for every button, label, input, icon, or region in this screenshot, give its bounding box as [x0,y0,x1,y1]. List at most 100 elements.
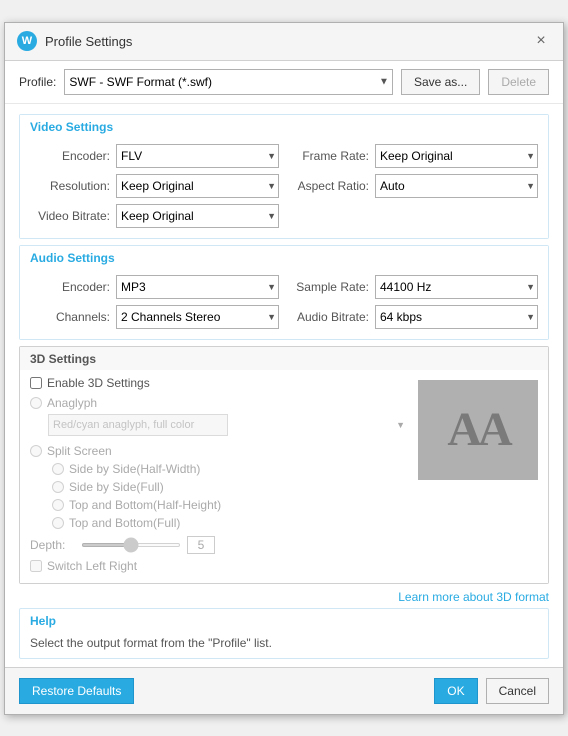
learn-more-row: Learn more about 3D format [19,590,549,604]
enable-3d-checkbox[interactable] [30,377,42,389]
audio-encoder-label: Encoder: [30,280,110,294]
depth-value: 5 [187,536,215,554]
split-screen-options: Side by Side(Half-Width) Side by Side(Fu… [52,462,408,530]
switch-row: Switch Left Right [30,559,408,573]
side-by-side-full-radio[interactable] [52,481,64,493]
ok-button[interactable]: OK [434,678,477,704]
help-body: Select the output format from the "Profi… [20,632,548,658]
top-bottom-full-radio[interactable] [52,517,64,529]
main-content: Video Settings Encoder: FLV ▼ [5,104,563,667]
depth-slider[interactable] [81,543,181,547]
video-bitrate-select[interactable]: Keep Original [116,204,279,228]
split-screen-label: Split Screen [47,444,112,458]
3d-settings-header: 3D Settings [20,347,548,370]
footer: Restore Defaults OK Cancel [5,667,563,714]
profile-select-wrap: SWF - SWF Format (*.swf) ▼ [64,69,393,95]
channels-wrap: 2 Channels Stereo ▼ [116,305,279,329]
audio-settings-body: Encoder: MP3 ▼ Sample Rate: [20,269,548,339]
depth-row: Depth: 5 [30,536,408,554]
top-bottom-half-radio[interactable] [52,499,64,511]
anaglyph-type-wrap: Red/cyan anaglyph, full color ▼ [48,414,408,436]
3d-settings-body: Enable 3D Settings Anaglyph Red/cyan ana… [20,370,548,583]
top-bottom-half-label: Top and Bottom(Half-Height) [69,498,221,512]
close-button[interactable]: × [531,31,551,51]
switch-checkbox[interactable] [30,560,42,572]
audio-bitrate-select[interactable]: 64 kbps [375,305,538,329]
top-bottom-half-row: Top and Bottom(Half-Height) [52,498,408,512]
anaglyph-label: Anaglyph [47,396,97,410]
side-by-side-half-label: Side by Side(Half-Width) [69,462,200,476]
video-settings-header: Video Settings [20,115,548,138]
title-bar-left: W Profile Settings [17,31,132,51]
resolution-row: Resolution: Keep Original ▼ [30,174,279,198]
audio-encoder-wrap: MP3 ▼ [116,275,279,299]
audio-settings-section: Audio Settings Encoder: MP3 ▼ [19,245,549,340]
audio-encoder-row: Encoder: MP3 ▼ [30,275,279,299]
audio-settings-grid: Encoder: MP3 ▼ Sample Rate: [30,275,538,329]
profile-row: Profile: SWF - SWF Format (*.swf) ▼ Save… [5,61,563,104]
delete-button[interactable]: Delete [488,69,549,95]
enable-3d-label: Enable 3D Settings [47,376,150,390]
video-settings-section: Video Settings Encoder: FLV ▼ [19,114,549,239]
aspect-ratio-wrap: Auto ▼ [375,174,538,198]
switch-label: Switch Left Right [47,559,137,573]
sample-rate-label: Sample Rate: [289,280,369,294]
enable-3d-row: Enable 3D Settings [30,376,408,390]
depth-label: Depth: [30,538,75,552]
side-by-side-half-row: Side by Side(Half-Width) [52,462,408,476]
profile-select[interactable]: SWF - SWF Format (*.swf) [64,69,393,95]
sample-rate-row: Sample Rate: 44100 Hz ▼ [289,275,538,299]
title-bar: W Profile Settings × [5,23,563,61]
side-by-side-half-radio[interactable] [52,463,64,475]
audio-bitrate-row: Audio Bitrate: 64 kbps ▼ [289,305,538,329]
profile-settings-dialog: W Profile Settings × Profile: SWF - SWF … [4,22,564,715]
aspect-ratio-select[interactable]: Auto [375,174,538,198]
side-by-side-full-row: Side by Side(Full) [52,480,408,494]
aspect-ratio-label: Aspect Ratio: [289,179,369,193]
help-section: Help Select the output format from the "… [19,608,549,659]
cancel-button[interactable]: Cancel [486,678,549,704]
split-screen-row: Split Screen [30,444,408,458]
resolution-label: Resolution: [30,179,110,193]
video-bitrate-label: Video Bitrate: [30,209,110,223]
learn-more-link[interactable]: Learn more about 3D format [398,590,549,604]
resolution-select[interactable]: Keep Original [116,174,279,198]
anaglyph-type-select[interactable]: Red/cyan anaglyph, full color [48,414,228,436]
audio-settings-header: Audio Settings [20,246,548,269]
frame-rate-wrap: Keep Original ▼ [375,144,538,168]
sample-rate-select[interactable]: 44100 Hz [375,275,538,299]
encoder-label: Encoder: [30,149,110,163]
save-as-button[interactable]: Save as... [401,69,480,95]
restore-defaults-button[interactable]: Restore Defaults [19,678,134,704]
video-settings-grid: Encoder: FLV ▼ Frame Rate: [30,144,538,228]
channels-label: Channels: [30,310,110,324]
3d-preview: AA [418,380,538,480]
frame-rate-select[interactable]: Keep Original [375,144,538,168]
audio-encoder-select[interactable]: MP3 [116,275,279,299]
dialog-title: Profile Settings [45,34,132,49]
video-settings-body: Encoder: FLV ▼ Frame Rate: [20,138,548,238]
profile-label: Profile: [19,75,56,89]
3d-settings-section: 3D Settings Enable 3D Settings Anaglyph [19,346,549,584]
anaglyph-row: Anaglyph [30,396,408,410]
encoder-select[interactable]: FLV [116,144,279,168]
app-icon: W [17,31,37,51]
frame-rate-label: Frame Rate: [289,149,369,163]
video-bitrate-row: Video Bitrate: Keep Original ▼ [30,204,279,228]
aspect-ratio-row: Aspect Ratio: Auto ▼ [289,174,538,198]
footer-right: OK Cancel [434,678,549,704]
sample-rate-wrap: 44100 Hz ▼ [375,275,538,299]
anaglyph-type-arrow-icon: ▼ [396,420,405,430]
3d-settings-left: Enable 3D Settings Anaglyph Red/cyan ana… [30,376,408,573]
audio-bitrate-label: Audio Bitrate: [289,310,369,324]
audio-bitrate-wrap: 64 kbps ▼ [375,305,538,329]
encoder-row: Encoder: FLV ▼ [30,144,279,168]
side-by-side-full-label: Side by Side(Full) [69,480,164,494]
resolution-wrap: Keep Original ▼ [116,174,279,198]
split-screen-radio[interactable] [30,445,42,457]
channels-select[interactable]: 2 Channels Stereo [116,305,279,329]
video-bitrate-wrap: Keep Original ▼ [116,204,279,228]
help-header: Help [20,609,548,632]
anaglyph-radio[interactable] [30,397,42,409]
3d-preview-text: AA [447,402,508,457]
